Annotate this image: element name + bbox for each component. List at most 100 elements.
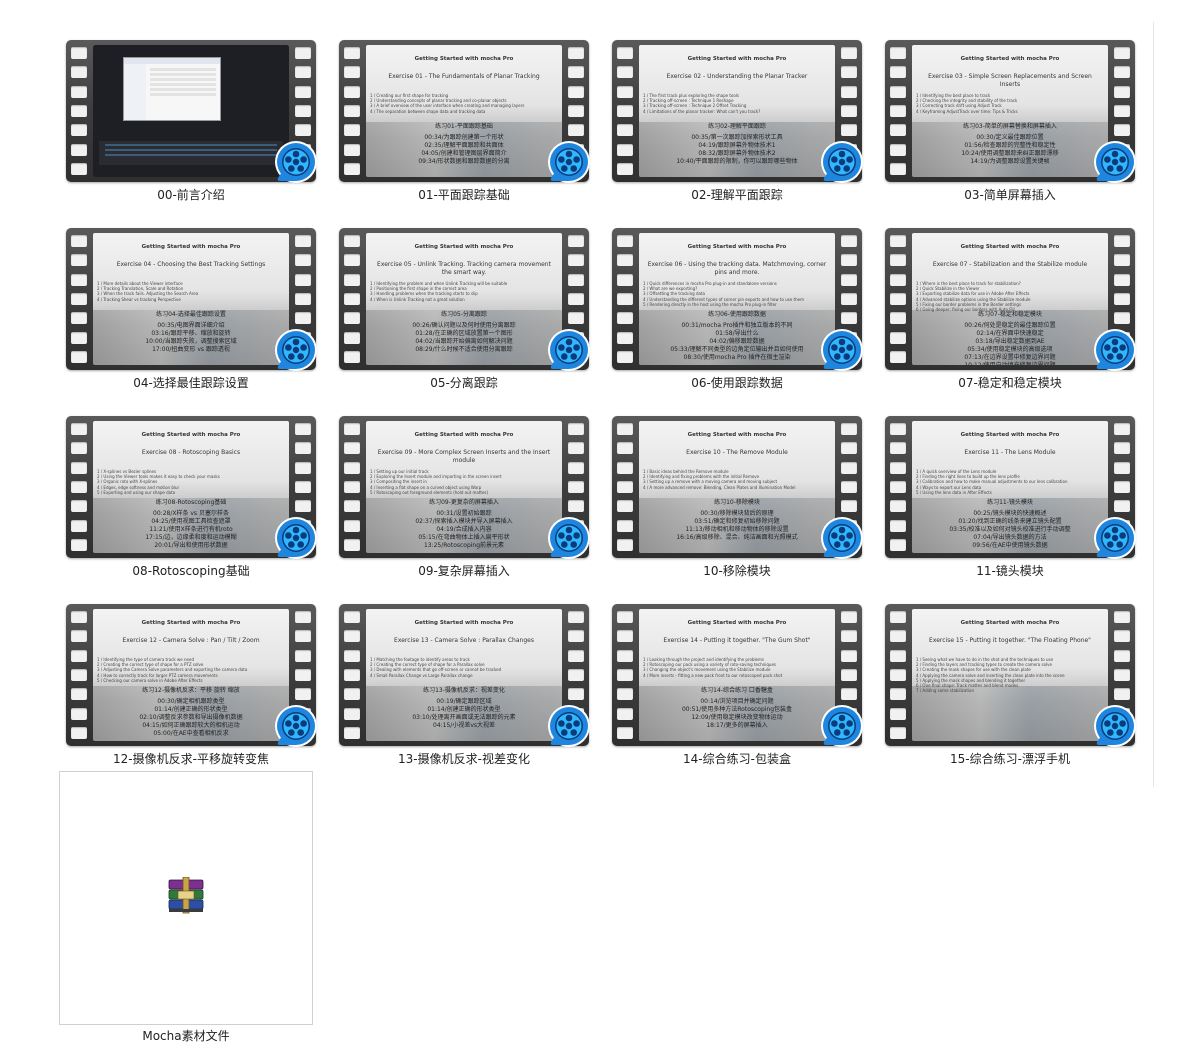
slide-timestamp: 18:17/更多的屏幕插入 xyxy=(706,722,768,729)
slide-timestamp: 04:05/创建和管理图层界面简介 xyxy=(421,150,507,157)
video-player-app-icon xyxy=(545,702,593,750)
slide-timestamp: 07:04/导出镜头数据的方法 xyxy=(973,534,1047,541)
file-name-label[interactable]: 06-使用跟踪数据 xyxy=(612,374,862,391)
filmstrip-thumbnail[interactable]: Getting Started with mocha Pro Exercise 1… xyxy=(885,416,1136,559)
video-file-tile[interactable]: Getting Started with mocha Pro Exercise 0… xyxy=(339,228,590,408)
filmstrip-thumbnail[interactable]: Getting Started with mocha Pro Exercise 0… xyxy=(339,416,590,559)
filmstrip-thumbnail[interactable]: Getting Started with mocha Pro Exercise 1… xyxy=(612,416,863,559)
slide-chinese-title: 练习12-摄像机反求：平移 旋转 缩放 xyxy=(142,687,240,694)
video-player-app-icon xyxy=(272,514,320,562)
filmstrip-thumbnail[interactable]: Getting Started with mocha Pro Exercise 0… xyxy=(612,228,863,371)
slide-exercise-title: Exercise 13 - Camera Solve : Parallax Ch… xyxy=(394,637,534,644)
file-name-label[interactable]: 00-前言介绍 xyxy=(66,186,316,203)
slide-exercise-title: Exercise 01 - The Fundamentals of Planar… xyxy=(388,73,540,80)
slide-bullets: 1 / Basic ideas behind the Remove module… xyxy=(643,469,829,490)
slide-bullets: 1 / Identifying the problem and when Unl… xyxy=(370,281,556,302)
file-name-label[interactable]: 03-简单屏幕插入 xyxy=(885,186,1135,203)
slide-bullet: 4 / A more advanced remove: Blending, Cl… xyxy=(643,484,796,490)
file-name-label[interactable]: 01-平面跟踪基础 xyxy=(339,186,589,203)
slide-bullets: 1 / Identifying the type of camera track… xyxy=(97,657,283,683)
filmstrip-thumbnail[interactable]: Getting Started with mocha Pro Exercise 0… xyxy=(339,40,590,183)
video-file-tile[interactable]: Getting Started with mocha Pro Exercise 0… xyxy=(612,228,863,408)
pane-divider xyxy=(1153,22,1154,787)
slide-timestamps: 00:31/设置初始跟踪 02:37/探索插入模块并导入屏幕插入 04:19/合成插… xyxy=(366,510,562,550)
slide-bullet: 5 / Exporting and using our shape data xyxy=(97,489,176,495)
slide-exercise-title: Exercise 07 - Stabilization and the Stab… xyxy=(932,261,1088,268)
slide-heading: Getting Started with mocha Pro xyxy=(960,432,1060,438)
folder-label[interactable]: Mocha素材文件 xyxy=(59,1027,313,1044)
file-name-label[interactable]: 09-复杂屏幕插入 xyxy=(339,562,589,579)
video-frame: Getting Started with mocha Pro Exercise 0… xyxy=(912,45,1108,177)
slide-timestamp: 09:34/形状数据和跟踪数据的分离 xyxy=(418,158,510,165)
video-file-tile[interactable]: Getting Started with mocha Pro Exercise 0… xyxy=(339,416,590,596)
slide-bullet: 4 / Tracking Shear vs tracking Perspecti… xyxy=(97,296,181,302)
video-frame: Getting Started with mocha Pro Exercise 0… xyxy=(639,45,835,177)
video-file-tile[interactable]: Getting Started with mocha Pro Exercise 0… xyxy=(66,228,317,408)
slide-chinese-title: 练习04-选择最佳跟踪设置 xyxy=(156,311,226,318)
filmstrip-thumbnail[interactable]: Getting Started with mocha Pro Exercise 0… xyxy=(885,40,1136,183)
file-name-label[interactable]: 08-Rotoscoping基础 xyxy=(66,562,316,579)
slide-chinese-title: 练习09-更复杂的屏幕插入 xyxy=(429,499,499,506)
video-file-tile[interactable]: Getting Started with mocha Pro Exercise 0… xyxy=(66,416,317,596)
slide-exercise-title: Exercise 15 - Putting it together. "The … xyxy=(929,637,1091,644)
file-name-label[interactable]: 04-选择最佳跟踪设置 xyxy=(66,374,316,391)
file-name-label[interactable]: 11-镜头模块 xyxy=(885,562,1135,579)
slide-bullets: 1 / Matching the footage to identify are… xyxy=(370,657,556,678)
filmstrip-thumbnail[interactable]: Getting Started with mocha Pro Exercise 1… xyxy=(66,604,317,747)
file-name-label[interactable]: 13-摄像机反求-视差变化 xyxy=(339,750,589,767)
slide-heading: Getting Started with mocha Pro xyxy=(687,432,787,438)
slide-timestamps: 00:26/确认问题以及何时使用分离跟踪 01:28/在正确的区域放置第一个图形 0… xyxy=(366,322,562,354)
filmstrip-thumbnail[interactable]: Getting Started with mocha Pro Exercise 0… xyxy=(612,40,863,183)
file-name-label[interactable]: 07-稳定和稳定模块 xyxy=(885,374,1135,391)
slide-exercise-title: Exercise 04 - Choosing the Best Tracking… xyxy=(116,261,266,268)
file-name-label[interactable]: 05-分离跟踪 xyxy=(339,374,589,391)
slide-heading: Getting Started with mocha Pro xyxy=(960,620,1060,626)
video-file-tile[interactable]: Getting Started with mocha Pro Exercise 0… xyxy=(885,40,1136,220)
filmstrip-thumbnail[interactable]: Getting Started with mocha Pro Exercise 1… xyxy=(885,604,1136,747)
filmstrip-thumbnail[interactable]: Getting Started with mocha Pro Exercise 1… xyxy=(339,604,590,747)
slide-heading: Getting Started with mocha Pro xyxy=(687,620,787,626)
slide-bullet: 5 / Checking our camera solve in Adobe A… xyxy=(97,677,203,683)
video-file-tile[interactable]: Getting Started with mocha Pro Exercise 1… xyxy=(612,604,863,784)
slide-timestamp: 10:40/平面跟踪的限制，你可以跟踪哪些物体 xyxy=(676,158,798,165)
filmstrip-thumbnail[interactable]: Getting Started with mocha Pro Exercise 0… xyxy=(66,416,317,559)
filmstrip-thumbnail[interactable]: Getting Started with mocha Pro Exercise 0… xyxy=(66,228,317,371)
video-file-tile[interactable]: Getting Started with mocha Pro Exercise 0… xyxy=(612,40,863,220)
slide-timestamp: 20:01/导出和使用形状数据 xyxy=(154,542,228,549)
file-name-label[interactable]: 12-摄像机反求-平移旋转变焦 xyxy=(66,750,316,767)
file-name-label[interactable]: 10-移除模块 xyxy=(612,562,862,579)
video-file-tile[interactable]: 00-前言介绍 xyxy=(66,40,317,220)
file-name-label[interactable]: 02-理解平面跟踪 xyxy=(612,186,862,203)
slide-timestamp: 02:37/探索插入模块并导入屏幕插入 xyxy=(415,518,513,525)
video-file-tile[interactable]: Getting Started with mocha Pro Exercise 1… xyxy=(612,416,863,596)
slide-timestamps: 00:30/确定相机跟踪类型 01:14/创建正确的形状类型 02:10/调整反求参… xyxy=(93,698,289,738)
slide-timestamp: 00:51/使用多种方法Rotoscoping包装盒 xyxy=(681,706,793,713)
video-file-tile[interactable]: Getting Started with mocha Pro Exercise 1… xyxy=(339,604,590,784)
slide-timestamps: 00:19/确定跟踪区域 01:14/创建正确的形状类型 03:10/处理离开画面或… xyxy=(366,698,562,730)
video-file-tile[interactable]: Getting Started with mocha Pro Exercise 1… xyxy=(885,604,1136,784)
filmstrip-thumbnail[interactable]: Getting Started with mocha Pro Exercise 1… xyxy=(612,604,863,747)
filmstrip-thumbnail[interactable]: Getting Started with mocha Pro Exercise 0… xyxy=(885,228,1136,371)
video-file-tile[interactable]: Getting Started with mocha Pro Exercise 1… xyxy=(66,604,317,784)
folder-tile[interactable] xyxy=(59,771,313,1025)
slide-exercise-title: Exercise 12 - Camera Solve : Pan / Tilt … xyxy=(122,637,260,644)
slide-chinese-title: 练习11-镜头模块 xyxy=(987,499,1033,506)
video-file-tile[interactable]: Getting Started with mocha Pro Exercise 1… xyxy=(885,416,1136,596)
filmstrip-thumbnail[interactable] xyxy=(66,40,317,183)
file-name-label[interactable]: 14-综合练习-包装盒 xyxy=(612,750,862,767)
file-name-label[interactable]: 15-综合练习-漂浮手机 xyxy=(885,750,1135,767)
video-file-tile[interactable]: Getting Started with mocha Pro Exercise 0… xyxy=(339,40,590,220)
film-perforations xyxy=(617,47,633,175)
video-file-tile[interactable]: Getting Started with mocha Pro Exercise 0… xyxy=(885,228,1136,408)
film-perforations xyxy=(617,235,633,363)
slide-heading: Getting Started with mocha Pro xyxy=(141,620,241,626)
filmstrip-thumbnail[interactable]: Getting Started with mocha Pro Exercise 0… xyxy=(339,228,590,371)
slide-timestamp: 04:02/当跟踪开始偏离如何解决问题 xyxy=(415,338,513,345)
film-perforations xyxy=(71,423,87,551)
slide-bullets: 1 / Quick differences in mocha Pro plug-… xyxy=(643,281,829,307)
slide-bullet: 4 / Limitations of the planar tracker: W… xyxy=(643,108,761,114)
slide-heading: Getting Started with mocha Pro xyxy=(414,56,514,62)
slide-timestamp: 03:35/校准以及如何对镜头校准进行手动调整 xyxy=(949,526,1071,533)
slide-exercise-title: Exercise 08 - Rotoscoping Basics xyxy=(141,449,241,456)
slide-bullet: 4 / The separation between shape data an… xyxy=(370,108,486,114)
